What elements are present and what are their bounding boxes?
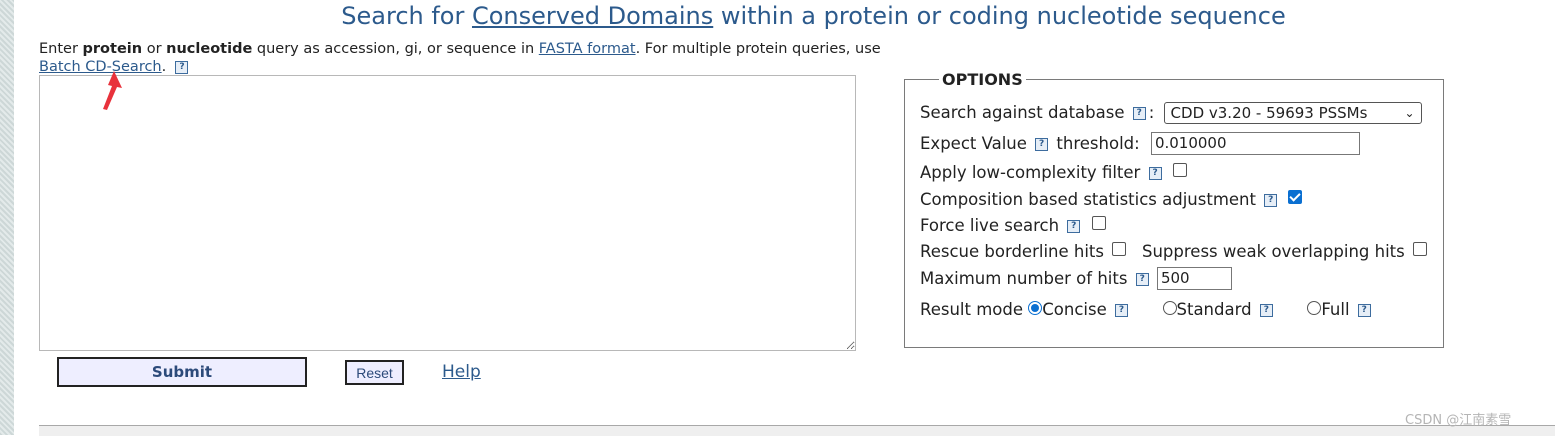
fasta-format-link[interactable]: FASTA format bbox=[539, 41, 636, 57]
suppress-weak-checkbox[interactable] bbox=[1413, 241, 1428, 256]
help-link[interactable]: Help bbox=[442, 362, 481, 382]
composition-stats-row: Composition based statistics adjustment … bbox=[920, 189, 1303, 211]
concise-radio[interactable] bbox=[1028, 300, 1043, 315]
full-label: Full bbox=[1321, 300, 1350, 319]
watermark: CSDN @江南素雪 bbox=[1405, 413, 1512, 428]
threshold-label: threshold: bbox=[1056, 134, 1140, 153]
page-title: Search for Conserved Domains within a pr… bbox=[0, 2, 1555, 30]
help-icon[interactable]: ? bbox=[1264, 194, 1278, 207]
query-sequence-textarea[interactable] bbox=[39, 75, 856, 351]
title-prefix: Search for bbox=[341, 2, 472, 30]
force-live-row: Force live search ? bbox=[920, 215, 1106, 237]
help-icon[interactable]: ? bbox=[1135, 273, 1149, 286]
full-radio[interactable] bbox=[1307, 300, 1322, 315]
help-icon[interactable]: ? bbox=[1148, 167, 1162, 180]
database-label: Search against database bbox=[920, 103, 1125, 122]
expect-value-row: Expect Value ? threshold: 0.010000 bbox=[920, 132, 1360, 155]
help-icon[interactable]: ? bbox=[1132, 107, 1146, 120]
concise-label: Concise bbox=[1042, 300, 1107, 319]
conserved-domains-link[interactable]: Conserved Domains bbox=[472, 2, 713, 30]
result-mode-label: Result mode bbox=[920, 300, 1024, 319]
intro-text-part: Enter bbox=[39, 41, 83, 57]
options-panel: OPTIONS Search against database ?: CDD v… bbox=[904, 71, 1444, 348]
database-colon: : bbox=[1148, 103, 1155, 122]
intro-nucleotide-bold: nucleotide bbox=[166, 41, 253, 57]
max-hits-label: Maximum number of hits bbox=[920, 269, 1128, 288]
help-icon[interactable]: ? bbox=[1259, 304, 1273, 317]
intro-text-part: or bbox=[142, 41, 167, 57]
annotation-arrow-icon bbox=[103, 71, 122, 110]
help-icon[interactable]: ? bbox=[1067, 220, 1081, 233]
help-icon[interactable]: ? bbox=[1035, 138, 1049, 151]
max-hits-input[interactable]: 500 bbox=[1156, 267, 1232, 290]
rescue-suppress-row: Rescue borderline hits Suppress weak ove… bbox=[920, 241, 1428, 263]
bottom-divider-bar bbox=[39, 425, 1555, 436]
low-complexity-row: Apply low-complexity filter ? bbox=[920, 162, 1187, 184]
help-icon[interactable]: ? bbox=[175, 60, 189, 74]
intro-text-part: . For multiple protein queries, use bbox=[635, 41, 881, 57]
composition-stats-checkbox[interactable] bbox=[1288, 189, 1303, 204]
help-icon[interactable]: ? bbox=[1357, 304, 1371, 317]
rescue-borderline-label: Rescue borderline hits bbox=[920, 242, 1104, 261]
low-complexity-label: Apply low-complexity filter bbox=[920, 163, 1141, 182]
result-mode-row: Result mode Concise ? Standard ? Full ? bbox=[920, 299, 1374, 321]
left-scrollbar-strip bbox=[0, 0, 14, 435]
max-hits-row: Maximum number of hits ? 500 bbox=[920, 267, 1232, 290]
standard-label: Standard bbox=[1176, 300, 1252, 319]
title-suffix: within a protein or coding nucleotide se… bbox=[713, 2, 1286, 30]
intro-text: Enter protein or nucleotide query as acc… bbox=[39, 40, 899, 76]
intro-protein-bold: protein bbox=[82, 41, 143, 57]
rescue-borderline-checkbox[interactable] bbox=[1112, 241, 1127, 256]
force-live-label: Force live search bbox=[920, 216, 1060, 235]
intro-text-part: . bbox=[161, 59, 167, 75]
database-row: Search against database ?: CDD v3.20 - 5… bbox=[920, 101, 1422, 124]
expect-value-label: Expect Value bbox=[920, 134, 1027, 153]
submit-button[interactable]: Submit bbox=[57, 357, 307, 387]
force-live-checkbox[interactable] bbox=[1091, 215, 1106, 230]
composition-stats-label: Composition based statistics adjustment bbox=[920, 190, 1256, 209]
suppress-weak-label: Suppress weak overlapping hits bbox=[1142, 242, 1405, 261]
expect-value-input[interactable]: 0.010000 bbox=[1150, 132, 1360, 155]
reset-button[interactable]: Reset bbox=[345, 360, 404, 385]
database-select-value: CDD v3.20 - 59693 PSSMs bbox=[1170, 103, 1368, 122]
options-legend: OPTIONS bbox=[939, 71, 1026, 89]
intro-text-part: query as accession, gi, or sequence in bbox=[252, 41, 539, 57]
chevron-down-icon: ⌄ bbox=[1404, 105, 1415, 120]
help-icon[interactable]: ? bbox=[1115, 304, 1129, 317]
database-select[interactable]: CDD v3.20 - 59693 PSSMs ⌄ bbox=[1163, 101, 1422, 124]
low-complexity-checkbox[interactable] bbox=[1172, 162, 1187, 177]
standard-radio[interactable] bbox=[1162, 300, 1177, 315]
